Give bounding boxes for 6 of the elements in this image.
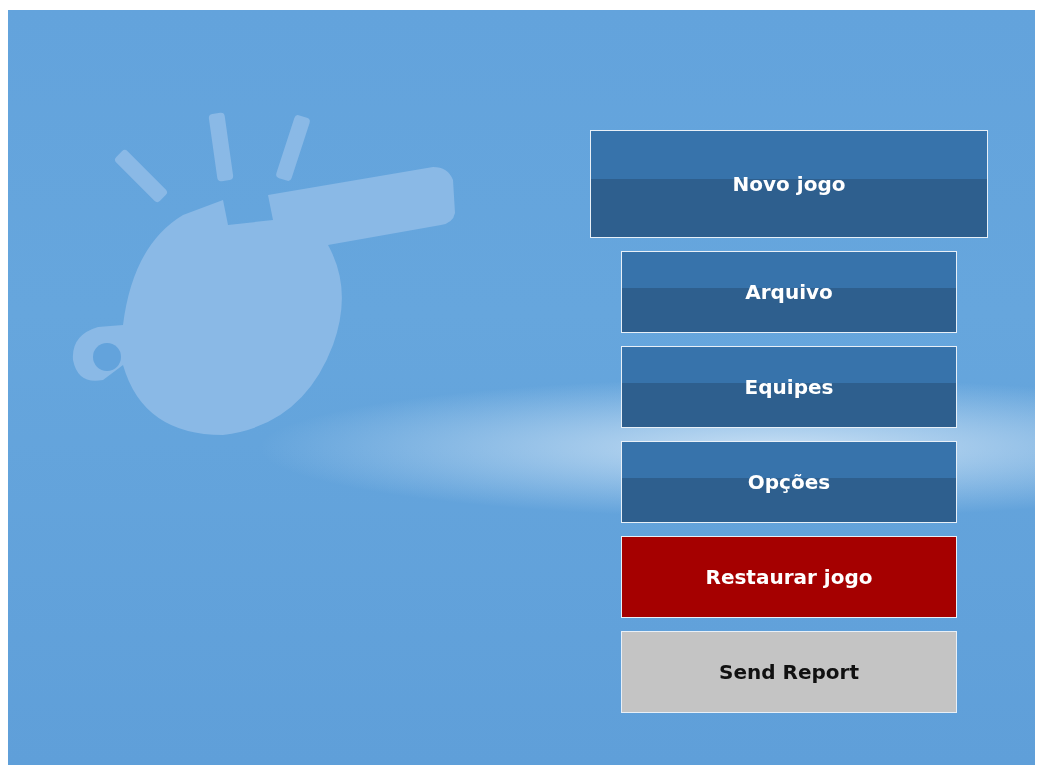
menu-button[interactable]: Opções <box>621 441 957 523</box>
menu-button[interactable]: Restaurar jogo <box>621 536 957 618</box>
menu-button[interactable]: Equipes <box>621 346 957 428</box>
menu-button[interactable]: Send Report <box>621 631 957 713</box>
menu-button[interactable]: Novo jogo <box>590 130 988 238</box>
menu-button[interactable]: Arquivo <box>621 251 957 333</box>
